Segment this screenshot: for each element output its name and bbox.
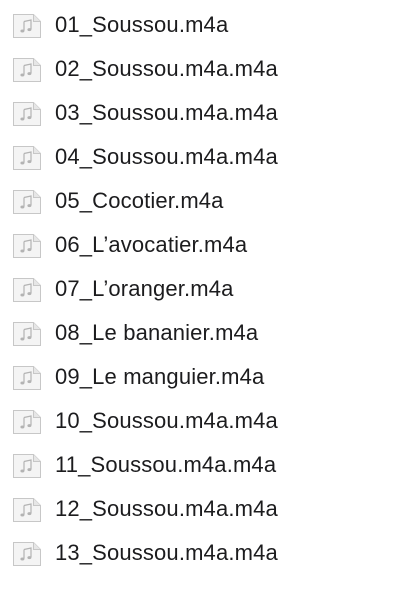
file-name: 02_Soussou.m4a.m4a	[55, 56, 278, 81]
file-name: 06_L’avocatier.m4a	[55, 232, 248, 257]
file-name: 13_Soussou.m4a.m4a	[55, 540, 278, 565]
file-row[interactable]: 11_Soussou.m4a.m4a	[0, 443, 404, 487]
audio-file-icon	[12, 13, 42, 39]
file-row[interactable]: 03_Soussou.m4a.m4a	[0, 91, 404, 135]
audio-file-icon	[12, 453, 42, 479]
file-name: 03_Soussou.m4a.m4a	[55, 100, 278, 125]
file-row[interactable]: 09_Le manguier.m4a	[0, 355, 404, 399]
file-row[interactable]: 08_Le bananier.m4a	[0, 311, 404, 355]
audio-file-icon	[12, 57, 42, 83]
file-name: 04_Soussou.m4a.m4a	[55, 144, 278, 169]
file-row[interactable]: 06_L’avocatier.m4a	[0, 223, 404, 267]
audio-file-icon	[12, 365, 42, 391]
file-row[interactable]: 02_Soussou.m4a.m4a	[0, 47, 404, 91]
file-name: 10_Soussou.m4a.m4a	[55, 408, 278, 433]
audio-file-icon	[12, 233, 42, 259]
audio-file-icon	[12, 277, 42, 303]
file-name: 05_Cocotier.m4a	[55, 188, 224, 213]
file-name: 12_Soussou.m4a.m4a	[55, 496, 278, 521]
audio-file-icon	[12, 145, 42, 171]
file-row[interactable]: 12_Soussou.m4a.m4a	[0, 487, 404, 531]
file-row[interactable]: 05_Cocotier.m4a	[0, 179, 404, 223]
file-list: 01_Soussou.m4a 02_Soussou.m4a.m4a 03_Sou…	[0, 3, 404, 575]
file-name: 11_Soussou.m4a.m4a	[55, 452, 277, 477]
audio-file-icon	[12, 497, 42, 523]
file-row[interactable]: 07_L’oranger.m4a	[0, 267, 404, 311]
audio-file-icon	[12, 409, 42, 435]
file-name: 09_Le manguier.m4a	[55, 364, 265, 389]
audio-file-icon	[12, 101, 42, 127]
audio-file-icon	[12, 541, 42, 567]
file-name: 07_L’oranger.m4a	[55, 276, 234, 301]
file-row[interactable]: 01_Soussou.m4a	[0, 3, 404, 47]
file-name: 08_Le bananier.m4a	[55, 320, 259, 345]
audio-file-icon	[12, 321, 42, 347]
file-row[interactable]: 10_Soussou.m4a.m4a	[0, 399, 404, 443]
file-row[interactable]: 04_Soussou.m4a.m4a	[0, 135, 404, 179]
file-name: 01_Soussou.m4a	[55, 12, 229, 37]
audio-file-icon	[12, 189, 42, 215]
file-row[interactable]: 13_Soussou.m4a.m4a	[0, 531, 404, 575]
